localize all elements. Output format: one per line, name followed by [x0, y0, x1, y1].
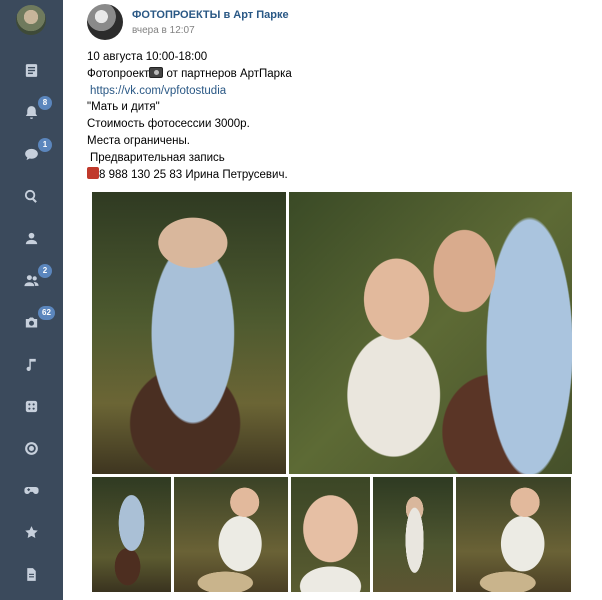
- sidebar-item-target[interactable]: [0, 430, 63, 466]
- notifications-badge: 8: [38, 96, 52, 110]
- bell-icon: [25, 105, 38, 119]
- post-timestamp[interactable]: вчера в 12:07: [132, 25, 195, 36]
- post-photo-6[interactable]: [373, 477, 453, 592]
- post-photo-1[interactable]: [92, 192, 286, 474]
- post-line-limited: Места ограничены.: [87, 134, 190, 147]
- post-link[interactable]: https://vk.com/vpfotostudia: [90, 85, 226, 97]
- post-photo-2[interactable]: [289, 192, 572, 474]
- sidebar-item-photos[interactable]: 62: [0, 304, 63, 340]
- post-text: 10 августа 10:00-18:00 Фотопроект от пар…: [87, 49, 587, 183]
- search-icon: [24, 189, 37, 203]
- post-photo-4[interactable]: [174, 477, 288, 592]
- sidebar-item-messages[interactable]: 1: [0, 136, 63, 172]
- document-icon: [27, 567, 36, 581]
- post-line-project: Фотопроект от партнеров АртПарка: [87, 66, 587, 83]
- user-avatar[interactable]: [16, 5, 46, 35]
- camera-icon: [25, 317, 38, 327]
- star-icon: [25, 525, 38, 538]
- sidebar-item-search[interactable]: [0, 178, 63, 214]
- post-line-date: 10 августа 10:00-18:00: [87, 51, 208, 63]
- friends-badge: 2: [38, 264, 52, 278]
- post-photo-3[interactable]: [92, 477, 171, 592]
- post-photo-7[interactable]: [456, 477, 571, 592]
- friends-icon: [24, 274, 39, 286]
- phone-emoji-icon: [87, 166, 99, 179]
- news-icon: [25, 63, 38, 77]
- sidebar-item-friends[interactable]: 2: [0, 262, 63, 298]
- post-line-price: Стоимость фотосессии 3000р.: [87, 118, 250, 131]
- post-line-booking: Предварительная запись: [90, 151, 225, 164]
- group-avatar[interactable]: [87, 4, 123, 40]
- post-line-phone: 8 988 130 25 83 Ирина Петрусевич.: [99, 168, 288, 181]
- camera-emoji-icon: [149, 66, 164, 78]
- sidebar-item-music[interactable]: [0, 346, 63, 382]
- user-icon: [25, 232, 38, 244]
- games-dice-icon: [25, 400, 38, 412]
- photos-badge: 62: [38, 306, 55, 320]
- group-name-link[interactable]: ФОТОПРОЕКТЫ в Арт Парке: [132, 9, 289, 21]
- messages-badge: 1: [38, 138, 52, 152]
- left-sidebar: 8 1 2 62: [0, 0, 63, 600]
- gamepad-icon: [24, 486, 39, 494]
- post-line-project-end: от партнеров АртПарка: [163, 67, 292, 80]
- post-line-phone-wrap: 8 988 130 25 83 Ирина Петрусевич.: [87, 166, 587, 184]
- post-photo-5[interactable]: [291, 477, 370, 592]
- sidebar-item-notifications[interactable]: 8: [0, 94, 63, 130]
- sidebar-item-bookmarks[interactable]: [0, 514, 63, 550]
- post-line-project-start: Фотопроект: [87, 67, 150, 80]
- target-icon: [25, 441, 38, 455]
- sidebar-item-profile[interactable]: [0, 220, 63, 256]
- music-icon: [26, 358, 36, 371]
- sidebar-item-news[interactable]: [0, 52, 63, 88]
- post-line-title: "Мать и дитя": [87, 101, 160, 114]
- sidebar-item-documents[interactable]: [0, 556, 63, 592]
- sidebar-item-games[interactable]: [0, 388, 63, 424]
- sidebar-item-apps[interactable]: [0, 472, 63, 508]
- chat-icon: [25, 148, 38, 160]
